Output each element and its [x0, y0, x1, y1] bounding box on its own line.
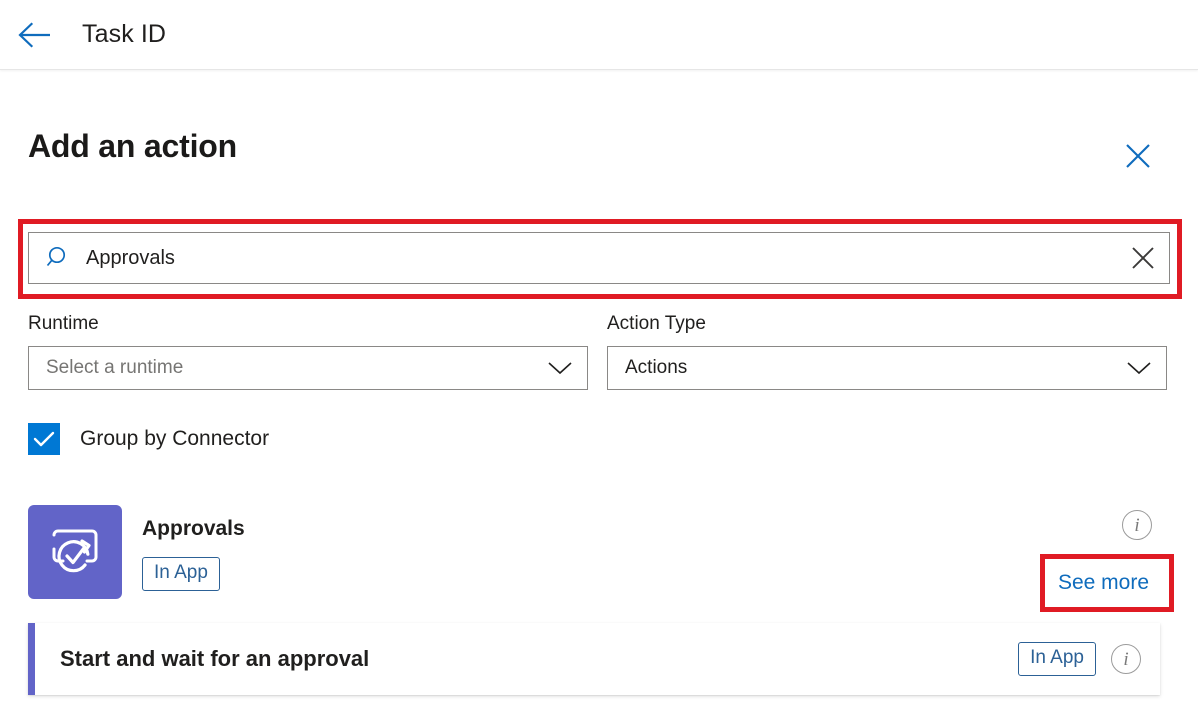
runtime-label: Runtime: [28, 312, 588, 336]
clear-icon: [1129, 244, 1157, 272]
action-type-value: Actions: [625, 357, 687, 379]
group-by-connector-checkbox-row[interactable]: Group by Connector: [28, 423, 269, 455]
page-title: Task ID: [82, 20, 166, 49]
action-row-meta: In App i: [1018, 642, 1141, 676]
connector-name: Approvals: [142, 517, 245, 541]
back-button[interactable]: [6, 12, 62, 58]
connector-badge-wrapper: In App: [142, 557, 220, 591]
clear-search-button[interactable]: [1117, 233, 1169, 283]
group-by-connector-checkbox[interactable]: [28, 423, 60, 455]
action-type-label: Action Type: [607, 312, 1167, 336]
chevron-down-icon: [547, 360, 573, 376]
chevron-down-icon: [1126, 360, 1152, 376]
status-badge: In App: [142, 557, 220, 591]
panel-title: Add an action: [28, 128, 237, 165]
runtime-dropdown[interactable]: Select a runtime: [28, 346, 588, 390]
runtime-value: Select a runtime: [46, 357, 183, 379]
info-icon[interactable]: i: [1122, 510, 1152, 540]
action-result-row[interactable]: Start and wait for an approval In App i: [28, 623, 1160, 695]
status-badge: In App: [1018, 642, 1096, 676]
filter-row: Runtime Select a runtime Action Type Act…: [28, 312, 1162, 390]
search-input[interactable]: [86, 233, 1117, 283]
connector-group-approvals: Approvals In App i See more: [28, 505, 1162, 601]
action-type-dropdown[interactable]: Actions: [607, 346, 1167, 390]
close-panel-button[interactable]: [1118, 136, 1158, 176]
checkmark-icon: [33, 430, 55, 448]
see-more-link[interactable]: See more: [1058, 571, 1149, 595]
approvals-connector-icon: [28, 505, 122, 599]
group-by-connector-label: Group by Connector: [80, 427, 269, 451]
arrow-left-icon: [17, 22, 51, 48]
info-icon[interactable]: i: [1111, 644, 1141, 674]
search-box[interactable]: [28, 232, 1170, 284]
search-icon: [46, 245, 72, 271]
app-header: Task ID: [0, 0, 1198, 70]
action-type-field: Action Type Actions: [607, 312, 1167, 390]
close-icon: [1125, 143, 1151, 169]
action-title: Start and wait for an approval: [60, 646, 1018, 672]
runtime-field: Runtime Select a runtime: [28, 312, 588, 390]
